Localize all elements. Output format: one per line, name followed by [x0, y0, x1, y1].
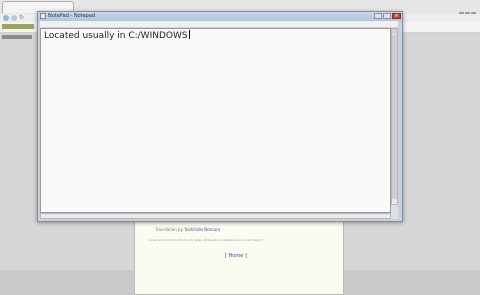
scroll-up-icon[interactable]: [392, 29, 397, 34]
notepad-title: NotePad - Notepad: [48, 13, 96, 19]
notepad-app-icon: [40, 13, 46, 19]
footer-card: Translation by Yoshihide Nomura Links ar…: [134, 215, 344, 295]
maximize-button[interactable]: [383, 13, 391, 19]
home-link[interactable]: [ Home ]: [225, 253, 247, 259]
text-caret: [188, 30, 190, 39]
reload-icon[interactable]: ↻: [19, 15, 25, 21]
bookmark-item[interactable]: [2, 24, 34, 29]
notepad-menubar: File Edit Format View Help: [40, 21, 398, 37]
notepad-text-line: Located usually in C:/WINDOWS: [44, 30, 190, 41]
forward-icon[interactable]: [11, 15, 17, 21]
notepad-titlebar[interactable]: NotePad - Notepad ×: [38, 12, 402, 21]
notepad-content: Located usually in C:/WINDOWS: [44, 31, 188, 41]
close-button[interactable]: ×: [392, 13, 401, 19]
vertical-scrollbar[interactable]: [391, 28, 398, 205]
minimize-button[interactable]: [374, 13, 382, 19]
translator-link[interactable]: Yoshihide Nomura: [184, 227, 220, 232]
notepad-window[interactable]: NotePad - Notepad × File Edit Format Vie…: [37, 11, 403, 222]
browser-window-controls: [458, 2, 476, 17]
notepad-text-area[interactable]: Located usually in C:/WINDOWS: [40, 28, 391, 213]
footer-note: Links are linked by third party sites. N…: [149, 238, 264, 242]
side-link[interactable]: [2, 35, 32, 39]
scroll-thumb[interactable]: [392, 35, 397, 199]
back-icon[interactable]: [3, 15, 9, 21]
horizontal-scrollbar[interactable]: [40, 213, 391, 219]
translation-credit: Translation by Yoshihide Nomura: [155, 227, 220, 232]
resize-grip[interactable]: [391, 205, 398, 219]
translation-label: Translation by: [155, 227, 183, 232]
